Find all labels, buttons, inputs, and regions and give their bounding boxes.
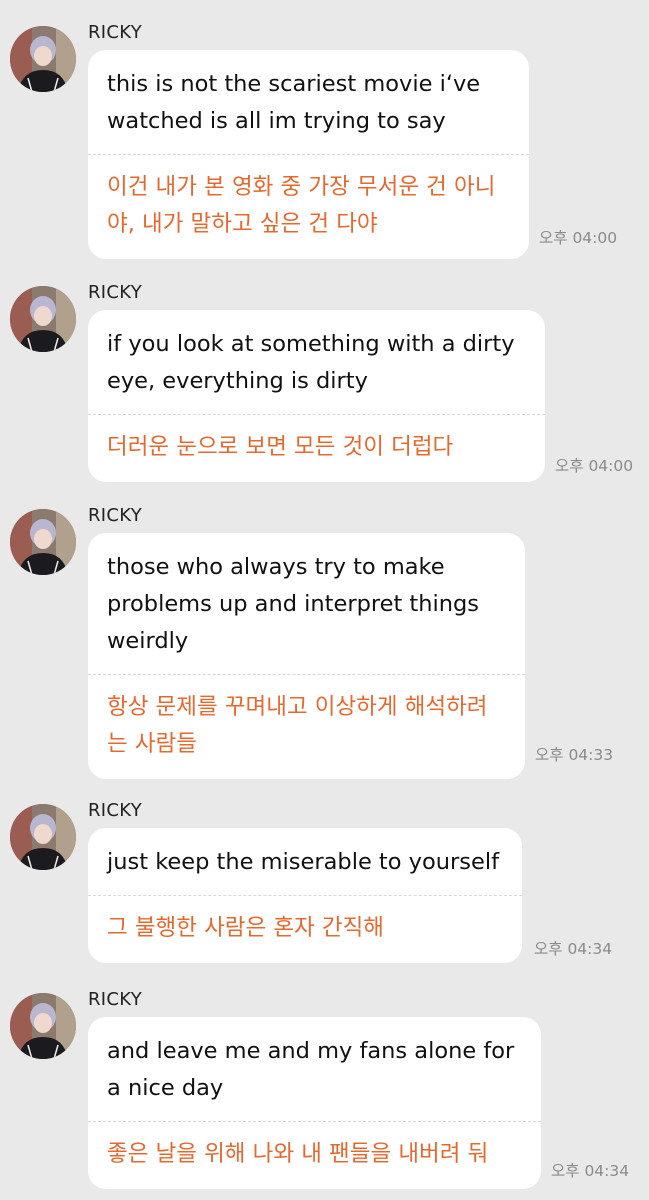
message-translation-text: 더러운 눈으로 보면 모든 것이 더럽다 xyxy=(88,415,545,482)
text-line: a nice day xyxy=(107,1075,224,1101)
text-line: 는 사람들 xyxy=(107,731,197,757)
message-timestamp: 오후 04:34 xyxy=(534,940,613,958)
sender-name: RICKY xyxy=(88,505,143,526)
message-translation-text: 항상 문제를 꾸며내고 이상하게 해석하려 는 사람들 xyxy=(88,675,525,779)
message-bubble[interactable]: and leave me and my fans alone for a nic… xyxy=(88,1017,541,1189)
text-line: problems up and interpret things xyxy=(107,591,480,617)
text-line: just keep the miserable to yourself xyxy=(107,849,500,875)
text-line: eye, everything is dirty xyxy=(107,368,368,394)
avatar[interactable] xyxy=(10,804,76,870)
message-bubble[interactable]: if you look at something with a dirty ey… xyxy=(88,310,545,482)
text-line: 이건 내가 본 영화 중 가장 무서운 건 아니 xyxy=(107,174,496,200)
text-line: if you look at something with a dirty xyxy=(107,331,515,357)
message-timestamp: 오후 04:00 xyxy=(555,457,634,475)
profile-photo-icon xyxy=(10,509,76,575)
avatar[interactable] xyxy=(10,993,76,1059)
message-timestamp: 오후 04:33 xyxy=(535,746,614,764)
text-line: 그 불행한 사람은 혼자 간직해 xyxy=(107,915,385,941)
avatar[interactable] xyxy=(10,509,76,575)
message-timestamp: 오후 04:34 xyxy=(551,1162,630,1180)
message-bubble[interactable]: those who always try to make problems up… xyxy=(88,533,525,779)
text-line: this is not the scariest movie i‘ve xyxy=(107,71,481,97)
message-translation-text: 그 불행한 사람은 혼자 간직해 xyxy=(88,896,522,963)
message-translation-text: 좋은 날을 위해 나와 내 팬들을 내버려 둬 xyxy=(88,1122,541,1189)
message-bubble[interactable]: this is not the scariest movie i‘ve watc… xyxy=(88,50,529,259)
text-line: and leave me and my fans alone for xyxy=(107,1038,515,1064)
message-english-text: and leave me and my fans alone for a nic… xyxy=(88,1017,541,1121)
profile-photo-icon xyxy=(10,286,76,352)
profile-photo-icon xyxy=(10,993,76,1059)
message-english-text: those who always try to make problems up… xyxy=(88,533,525,674)
message-bubble[interactable]: just keep the miserable to yourself 그 불행… xyxy=(88,828,522,963)
message-english-text: this is not the scariest movie i‘ve watc… xyxy=(88,50,529,154)
sender-name: RICKY xyxy=(88,282,143,303)
message-timestamp: 오후 04:00 xyxy=(539,229,618,247)
profile-photo-icon xyxy=(10,26,76,92)
avatar[interactable] xyxy=(10,286,76,352)
text-line: 더러운 눈으로 보면 모든 것이 더럽다 xyxy=(107,434,454,460)
message-english-text: just keep the miserable to yourself xyxy=(88,828,522,895)
text-line: weirdly xyxy=(107,628,189,654)
profile-photo-icon xyxy=(10,804,76,870)
sender-name: RICKY xyxy=(88,989,143,1010)
sender-name: RICKY xyxy=(88,22,143,43)
avatar[interactable] xyxy=(10,26,76,92)
message-translation-text: 이건 내가 본 영화 중 가장 무서운 건 아니 야, 내가 말하고 싶은 건 … xyxy=(88,155,529,259)
text-line: watched is all im trying to say xyxy=(107,108,446,134)
text-line: 야, 내가 말하고 싶은 건 다야 xyxy=(107,211,378,237)
sender-name: RICKY xyxy=(88,800,143,821)
text-line: 항상 문제를 꾸며내고 이상하게 해석하려 xyxy=(107,694,488,720)
text-line: those who always try to make xyxy=(107,554,445,580)
message-english-text: if you look at something with a dirty ey… xyxy=(88,310,545,414)
text-line: 좋은 날을 위해 나와 내 팬들을 내버려 둬 xyxy=(107,1141,489,1167)
